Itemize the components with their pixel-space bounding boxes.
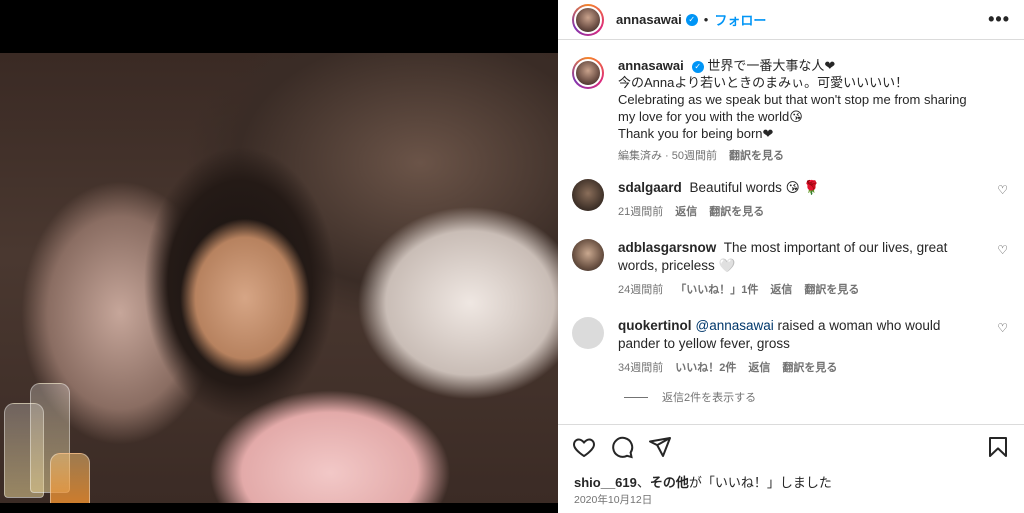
comment-like-icon[interactable]: ♡ [997, 243, 1008, 257]
reply-link[interactable]: 返信 [675, 203, 697, 221]
caption-line-1: 世界で一番大事な人❤ [707, 58, 836, 73]
reply-link[interactable]: 返信 [748, 359, 770, 377]
caption-avatar[interactable] [572, 57, 604, 89]
view-replies-label: 返信2件を表示する [662, 392, 757, 404]
bookmark-icon[interactable] [986, 435, 1010, 459]
action-bar [558, 424, 1024, 468]
verified-icon: ✓ [685, 13, 698, 26]
more-icon[interactable]: ••• [988, 9, 1010, 30]
caption-line-4: Thank you for being born❤ [618, 126, 774, 141]
post-photo[interactable] [0, 53, 558, 503]
translate-link[interactable]: 翻訳を見る [729, 148, 784, 165]
translate-link[interactable]: 翻訳を見る [804, 281, 859, 299]
comment-mention[interactable]: @annasawai [696, 318, 774, 333]
liker-username[interactable]: shio__619 [574, 475, 637, 490]
reply-link[interactable]: 返信 [770, 281, 792, 299]
comment-time[interactable]: 34週間前 [618, 359, 663, 377]
comment-time[interactable]: 21週間前 [618, 203, 663, 221]
commenter-avatar[interactable] [572, 317, 604, 349]
translate-link[interactable]: 翻訳を見る [709, 203, 764, 221]
likes-suffix: が「いいね！」しました [688, 475, 832, 490]
view-replies-button[interactable]: 返信2件を表示する [624, 389, 1010, 405]
commenter-username[interactable]: adblasgarsnow [618, 240, 716, 255]
comment-text: Beautiful words 😘 🌹 [689, 180, 821, 195]
comment-like-icon[interactable]: ♡ [997, 321, 1008, 335]
translate-link[interactable]: 翻訳を見る [782, 359, 837, 377]
author-username[interactable]: annasawai [616, 12, 682, 27]
comment-item: quokertinol @annasawai raised a woman who… [572, 317, 1010, 377]
comment-icon[interactable] [610, 435, 634, 459]
post-header: annasawai ✓ • フォロー ••• [558, 0, 1024, 40]
comment-likes[interactable]: いいね！2件 [675, 359, 736, 377]
comment-likes[interactable]: 「いいね！」1件 [675, 281, 758, 299]
heart-icon[interactable] [572, 435, 596, 459]
separator-dot: • [703, 12, 709, 27]
comment-time[interactable]: 24週間前 [618, 281, 663, 299]
commenter-username[interactable]: sdalgaard [618, 180, 682, 195]
follow-button[interactable]: フォロー [714, 10, 766, 29]
author-avatar[interactable] [572, 3, 604, 36]
verified-icon: ✓ [691, 60, 704, 73]
caption-edited: 編集済み · 50週間前 [618, 150, 718, 162]
comment-item: sdalgaard Beautiful words 😘 🌹 21週間前 返信 翻… [572, 179, 1010, 221]
post-date[interactable]: 2020年10月12日 [574, 492, 652, 507]
share-icon[interactable] [648, 435, 672, 459]
caption-line-3: Celebrating as we speak but that won't s… [618, 92, 967, 124]
comment-like-icon[interactable]: ♡ [997, 183, 1008, 197]
comment-item: adblasgarsnow The most important of our … [572, 239, 1010, 299]
caption: annasawai ✓ 世界で一番大事な人❤ 今のAnnaより若いときのまみぃ。可… [572, 57, 1010, 165]
comments-list[interactable]: annasawai ✓ 世界で一番大事な人❤ 今のAnnaより若いときのまみぃ。可… [558, 41, 1024, 424]
commenter-avatar[interactable] [572, 179, 604, 211]
likes-summary[interactable]: shio__619、その他が「いいね！」しました [574, 472, 832, 491]
post-sidebar: annasawai ✓ • フォロー ••• annasawai ✓ 世界で一番大… [558, 0, 1024, 513]
commenter-username[interactable]: quokertinol [618, 318, 692, 333]
replies-divider [624, 396, 648, 398]
caption-username[interactable]: annasawai [618, 58, 684, 73]
caption-line-2: 今のAnnaより若いときのまみぃ。可愛いいいい！ [618, 75, 909, 90]
likes-separator: 、 [636, 475, 650, 490]
media-panel [0, 0, 558, 513]
likes-others[interactable]: その他 [650, 475, 689, 490]
commenter-avatar[interactable] [572, 239, 604, 271]
